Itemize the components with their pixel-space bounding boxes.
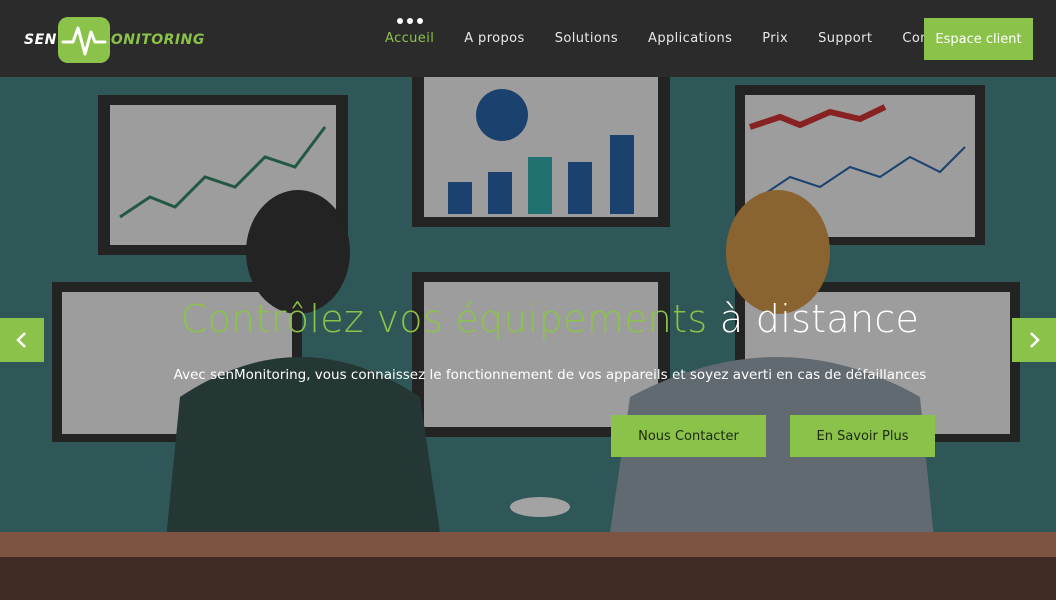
nav-label: Solutions <box>554 31 619 46</box>
chevron-right-icon <box>1030 332 1040 348</box>
nav-label: Prix <box>762 31 789 46</box>
nav-item-accueil[interactable]: Accueil <box>370 0 449 77</box>
navbar: SEN ONITORING Accueil A propos Solutions… <box>0 0 1056 77</box>
learn-more-button[interactable]: En Savoir Plus <box>790 415 935 457</box>
nav-label: Support <box>818 31 873 46</box>
more-dots-icon <box>396 18 423 24</box>
nav-item-prix[interactable]: Prix <box>747 0 803 77</box>
hero-title: Contrôlez vos équipements à distance <box>0 297 1056 341</box>
logo[interactable]: SEN ONITORING <box>24 17 205 63</box>
slider-prev-button[interactable] <box>0 318 44 362</box>
nav-item-applications[interactable]: Applications <box>633 0 747 77</box>
nav-item-a-propos[interactable]: A propos <box>449 0 539 77</box>
contact-button[interactable]: Nous Contacter <box>611 415 766 457</box>
main-nav: Accueil A propos Solutions Applications … <box>370 0 971 77</box>
hero-title-rest: à distance <box>719 297 920 341</box>
nav-label: Accueil <box>385 31 435 46</box>
nav-label: Applications <box>648 31 733 46</box>
nav-item-solutions[interactable]: Solutions <box>540 0 633 77</box>
hero-slider: Contrôlez vos équipements à distance Ave… <box>0 77 1056 600</box>
pulse-icon <box>57 17 110 63</box>
nav-item-support[interactable]: Support <box>803 0 887 77</box>
logo-suffix: ONITORING <box>110 32 205 48</box>
espace-client-button[interactable]: Espace client <box>924 18 1033 60</box>
hero-subtitle: Avec senMonitoring, vous connaissez le f… <box>173 367 927 383</box>
hero-title-highlight: Contrôlez vos équipements <box>180 297 708 341</box>
chevron-left-icon <box>16 332 26 348</box>
logo-prefix: SEN <box>24 32 57 48</box>
nav-label: A propos <box>464 31 525 46</box>
slider-next-button[interactable] <box>1012 318 1056 362</box>
